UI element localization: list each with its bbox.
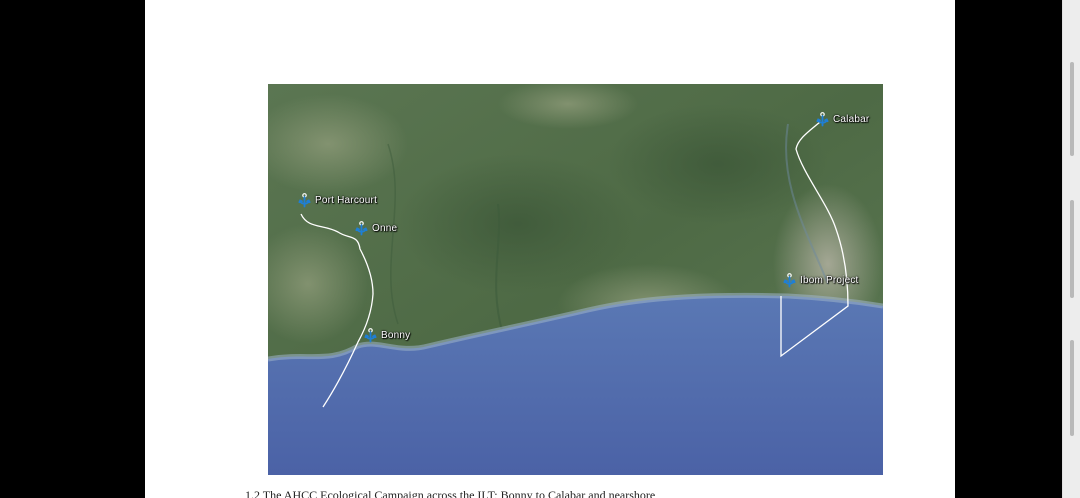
bonny-route-line [300, 213, 374, 408]
anchor-icon [355, 221, 368, 236]
calabar-route-line [780, 121, 849, 358]
satellite-map-image: Port Harcourt Onne Bonny Calabar Ibom Pr… [268, 84, 883, 475]
marker-bonny[interactable]: Bonny [362, 327, 410, 344]
anchor-icon [816, 112, 829, 127]
marker-label: Calabar [833, 114, 870, 125]
scrollbar-segment [1070, 340, 1074, 436]
figure-caption: 1.2 The AHCC Ecological Campaign across … [245, 488, 656, 498]
marker-ibom-project[interactable]: Ibom Project [781, 272, 859, 289]
marker-label: Onne [372, 223, 398, 234]
marker-label: Bonny [381, 330, 411, 341]
marker-label: Ibom Project [800, 275, 859, 286]
scrollbar-thumb[interactable] [1070, 62, 1074, 156]
marker-label: Port Harcourt [315, 195, 378, 206]
marker-port-harcourt[interactable]: Port Harcourt [296, 192, 377, 209]
document-page: Port Harcourt Onne Bonny Calabar Ibom Pr… [145, 0, 955, 498]
anchor-icon [364, 328, 377, 343]
anchor-icon [783, 273, 796, 288]
anchor-icon [298, 193, 311, 208]
marker-onne[interactable]: Onne [353, 220, 397, 237]
viewer-margin [955, 0, 1062, 498]
vertical-scrollbar[interactable] [1062, 0, 1080, 498]
marker-calabar[interactable]: Calabar [814, 111, 869, 128]
scrollbar-segment [1070, 200, 1074, 298]
